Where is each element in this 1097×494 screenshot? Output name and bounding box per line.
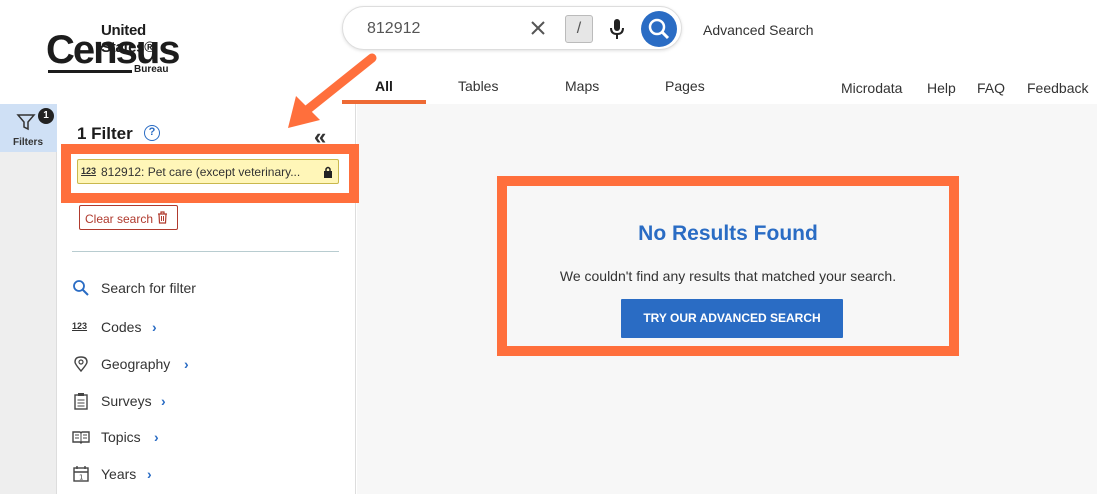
search-icon (648, 18, 670, 40)
no-results-panel: No Results Found We couldn't find any re… (497, 176, 959, 356)
clear-search-label: Clear search (85, 212, 154, 226)
topics-label: Topics (101, 429, 141, 445)
chevron-right-icon: › (152, 319, 157, 335)
faq-link[interactable]: FAQ (977, 80, 1005, 96)
filters-label: Filters (13, 137, 44, 148)
feedback-link[interactable]: Feedback (1027, 80, 1088, 96)
clear-search-icon[interactable] (527, 17, 549, 39)
advanced-search-link[interactable]: Advanced Search (703, 22, 814, 38)
left-rail: 1 Filters (0, 104, 57, 494)
results-area: No Results Found We couldn't find any re… (357, 104, 1097, 494)
calendar-icon: 1 (73, 466, 89, 482)
filter-funnel-icon (16, 114, 36, 131)
search-for-filter-label: Search for filter (101, 280, 196, 296)
search-box: / (342, 6, 682, 50)
annotation-highlight-box (61, 144, 359, 203)
clear-search-button[interactable]: Clear search (79, 205, 178, 230)
surveys-label: Surveys (101, 393, 152, 409)
logo-underline (48, 70, 132, 73)
filters-toggle-button[interactable]: 1 Filters (0, 104, 57, 152)
codes-icon: 123 (72, 321, 88, 331)
panel-divider (72, 251, 339, 252)
chevron-right-icon: › (147, 466, 152, 482)
geography-label: Geography (101, 356, 171, 372)
microdata-link[interactable]: Microdata (841, 80, 902, 96)
tab-tables[interactable]: Tables (458, 78, 498, 104)
census-logo[interactable]: United States® Census Bureau (44, 20, 184, 80)
book-icon (72, 431, 90, 444)
search-icon (73, 280, 89, 296)
tab-pages[interactable]: Pages (665, 78, 705, 104)
logo-bureau: Bureau (134, 64, 169, 75)
filter-count-badge: 1 (38, 108, 54, 124)
try-advanced-search-button[interactable]: TRY OUR ADVANCED SEARCH (621, 299, 843, 338)
help-link[interactable]: Help (927, 80, 956, 96)
trash-icon (158, 211, 167, 224)
tab-maps[interactable]: Maps (565, 78, 599, 104)
chevron-right-icon: › (161, 393, 166, 409)
search-submit-button[interactable] (641, 11, 677, 47)
no-results-message: We couldn't find any results that matche… (559, 268, 897, 284)
filter-panel-title: 1 Filter (77, 124, 133, 143)
chevron-right-icon: › (184, 356, 189, 372)
svg-text:1: 1 (79, 474, 83, 482)
no-results-heading: No Results Found (638, 222, 818, 245)
codes-label: Codes (101, 319, 142, 335)
years-label: Years (101, 466, 137, 482)
clipboard-icon (74, 393, 88, 410)
microphone-icon[interactable] (607, 17, 627, 41)
search-input[interactable] (367, 20, 517, 38)
help-icon[interactable]: ? (144, 125, 160, 141)
slash-shortcut-key: / (565, 15, 593, 43)
chevron-right-icon: › (154, 429, 159, 445)
location-pin-icon (74, 356, 88, 373)
annotation-arrow-icon (288, 53, 377, 128)
